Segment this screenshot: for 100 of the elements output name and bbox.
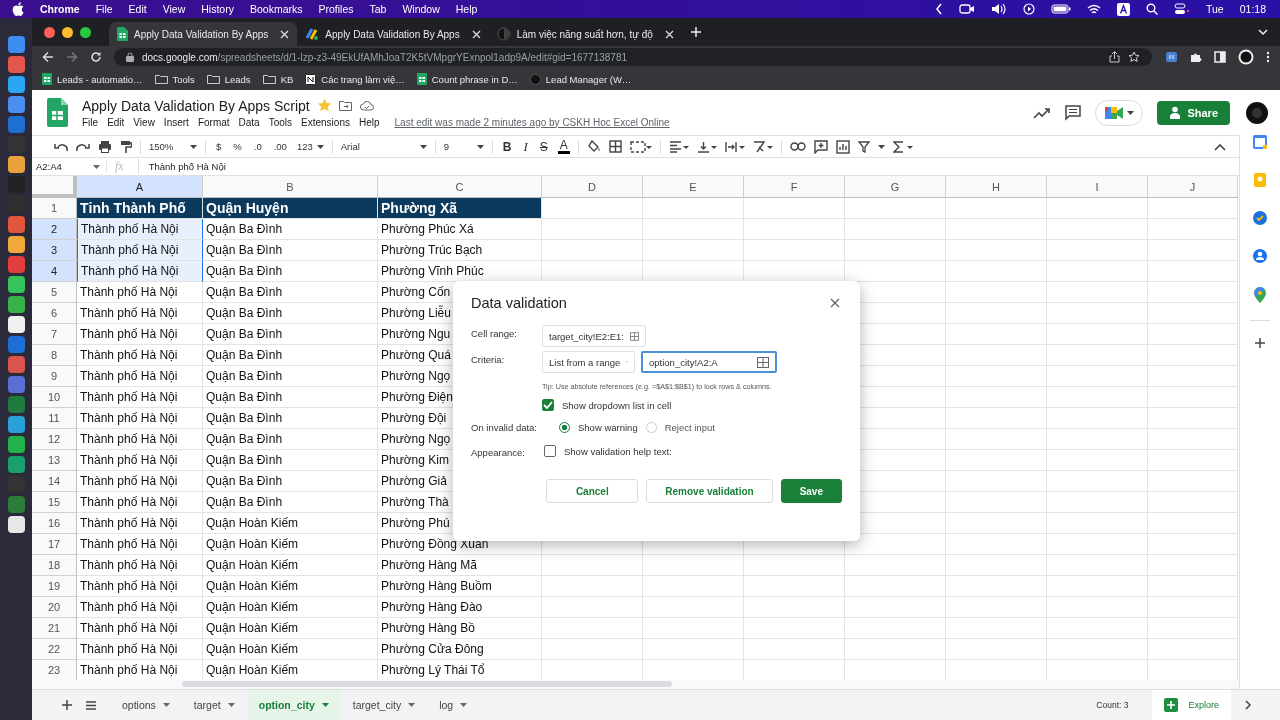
table-cell[interactable] xyxy=(1047,450,1148,471)
row-header[interactable]: 1 xyxy=(32,198,77,219)
table-cell[interactable]: Phường Phúc Xá xyxy=(378,219,542,240)
browser-tab[interactable]: Apply Data Validation By Apps xyxy=(297,22,489,46)
table-cell[interactable] xyxy=(643,555,744,576)
control-center-icon[interactable] xyxy=(1174,3,1190,15)
table-cell[interactable] xyxy=(946,240,1047,261)
column-header[interactable]: A xyxy=(77,176,203,198)
strikethrough-button[interactable]: S xyxy=(537,139,550,154)
play-circle-icon[interactable] xyxy=(1023,3,1035,15)
menubar-item[interactable]: Edit xyxy=(128,3,147,15)
bookmark[interactable]: Count phrase in D… xyxy=(416,73,518,85)
table-cell[interactable] xyxy=(1047,618,1148,639)
table-cell[interactable] xyxy=(643,597,744,618)
table-cell[interactable] xyxy=(1148,303,1238,324)
tasks-icon[interactable] xyxy=(1252,210,1268,226)
table-cell[interactable]: Quận Ba Đình xyxy=(203,240,378,261)
table-cell[interactable] xyxy=(542,618,643,639)
document-title[interactable]: Apply Data Validation By Apps Script xyxy=(82,97,310,114)
battery-icon[interactable] xyxy=(1051,4,1071,14)
table-cell[interactable]: Quận Ba Đình xyxy=(203,471,378,492)
table-cell[interactable] xyxy=(643,219,744,240)
merge-cells-icon[interactable] xyxy=(629,140,652,153)
add-icon[interactable] xyxy=(1254,337,1266,349)
bold-button[interactable]: B xyxy=(500,139,514,154)
column-header[interactable]: J xyxy=(1148,176,1238,198)
row-header[interactable]: 12 xyxy=(32,429,77,450)
table-cell[interactable]: Thành phố Hà Nội xyxy=(77,429,203,450)
row-header[interactable]: 6 xyxy=(32,303,77,324)
table-cell[interactable] xyxy=(1047,303,1148,324)
column-header[interactable]: D xyxy=(542,176,643,198)
redo-icon[interactable] xyxy=(76,141,90,152)
table-cell[interactable] xyxy=(1047,324,1148,345)
link-icon[interactable] xyxy=(789,142,806,151)
apple-icon[interactable] xyxy=(12,2,24,16)
add-sheet-icon[interactable] xyxy=(62,700,72,710)
table-cell[interactable] xyxy=(542,597,643,618)
table-cell[interactable]: Thành phố Hà Nội xyxy=(77,366,203,387)
table-cell[interactable]: Thành phố Hà Nội xyxy=(77,282,203,303)
table-cell[interactable] xyxy=(1148,345,1238,366)
row-header[interactable]: 5 xyxy=(32,282,77,303)
table-cell[interactable]: Thành phố Hà Nội xyxy=(77,387,203,408)
dock-app-icon[interactable] xyxy=(7,156,25,173)
starred-icon[interactable] xyxy=(317,99,331,112)
menu-item[interactable]: Extensions xyxy=(301,116,350,128)
table-cell[interactable]: Quận Ba Đình xyxy=(203,261,378,282)
table-cell[interactable] xyxy=(1047,219,1148,240)
table-cell[interactable] xyxy=(1047,555,1148,576)
table-cell[interactable]: Thành phố Hà Nội xyxy=(77,492,203,513)
table-cell[interactable] xyxy=(946,471,1047,492)
row-header[interactable]: 23 xyxy=(32,660,77,680)
fill-color-icon[interactable] xyxy=(586,140,601,153)
menubar-item[interactable]: Profiles xyxy=(318,3,354,15)
menubar-item[interactable]: File xyxy=(95,3,113,15)
table-cell[interactable] xyxy=(946,345,1047,366)
row-header[interactable]: 21 xyxy=(32,618,77,639)
table-cell[interactable] xyxy=(1148,639,1238,660)
table-cell[interactable]: Thành phố Hà Nội xyxy=(77,450,203,471)
row-header[interactable]: 7 xyxy=(32,324,77,345)
notes-icon[interactable] xyxy=(1252,172,1268,188)
calendar-icon[interactable] xyxy=(1252,134,1268,150)
menubar-item[interactable]: View xyxy=(162,3,186,15)
column-header[interactable]: G xyxy=(845,176,946,198)
table-cell[interactable] xyxy=(643,240,744,261)
table-cell[interactable] xyxy=(542,240,643,261)
table-cell[interactable]: Quận Ba Đình xyxy=(203,492,378,513)
table-cell[interactable] xyxy=(1047,345,1148,366)
table-cell[interactable] xyxy=(946,513,1047,534)
forward-arrow-icon[interactable] xyxy=(66,51,78,63)
table-cell[interactable]: Quận Ba Đình xyxy=(203,366,378,387)
cell-range-field[interactable]: target_city!E2:E1: xyxy=(542,325,646,347)
zoom-window-icon[interactable] xyxy=(80,26,91,38)
table-cell[interactable]: Phường Hàng Mã xyxy=(378,555,542,576)
remove-validation-button[interactable]: Remove validation xyxy=(646,479,773,503)
table-cell[interactable] xyxy=(1047,639,1148,660)
menubar-app-name[interactable]: Chrome xyxy=(40,3,80,15)
table-cell[interactable] xyxy=(643,639,744,660)
extension-icon[interactable] xyxy=(1164,51,1178,63)
last-edit-link[interactable]: Last edit was made 2 minutes ago by CSKH Hoc Excel Online xyxy=(394,116,670,128)
menubar-item[interactable]: Bookmarks xyxy=(249,3,303,15)
reload-icon[interactable] xyxy=(90,51,102,63)
table-cell[interactable]: Quận Hoàn Kiếm xyxy=(203,597,378,618)
scrollbar[interactable] xyxy=(182,681,672,687)
sheet-tab[interactable]: target xyxy=(181,690,247,720)
dock-app-icon[interactable] xyxy=(7,316,25,333)
table-cell[interactable] xyxy=(946,366,1047,387)
row-header[interactable]: 3 xyxy=(32,240,77,261)
table-cell[interactable] xyxy=(845,618,946,639)
row-header[interactable]: 20 xyxy=(32,597,77,618)
table-cell[interactable] xyxy=(845,219,946,240)
text-rotation-icon[interactable] xyxy=(752,140,773,153)
move-folder-icon[interactable] xyxy=(338,100,352,111)
number-format-dropdown[interactable]: 123 xyxy=(296,141,324,152)
wifi-icon[interactable] xyxy=(1087,3,1101,15)
column-header[interactable]: B xyxy=(203,176,378,198)
table-cell[interactable]: Thành phố Hà Nội xyxy=(77,639,203,660)
table-cell[interactable] xyxy=(1148,492,1238,513)
table-cell[interactable] xyxy=(1148,324,1238,345)
table-cell[interactable] xyxy=(946,492,1047,513)
save-button[interactable]: Save xyxy=(780,479,842,503)
